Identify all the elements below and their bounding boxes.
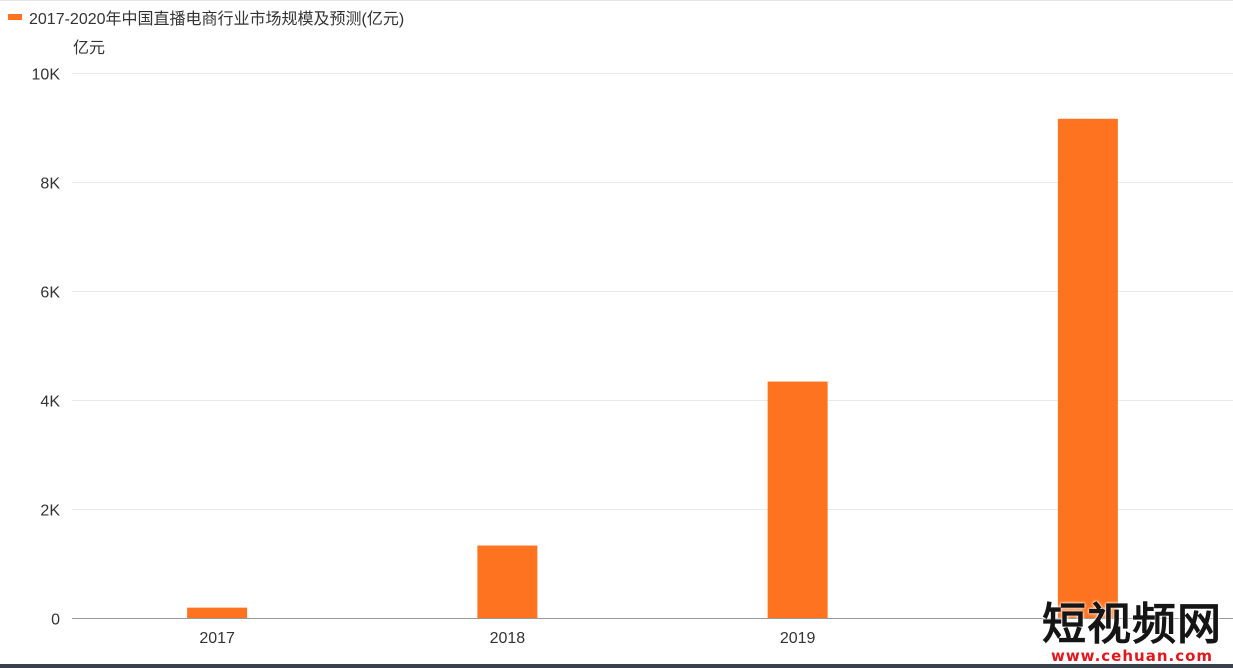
y-tick-label: 10K	[32, 67, 61, 84]
y-axis-unit-label: 亿元	[73, 38, 105, 57]
bar-2018[interactable]	[477, 545, 538, 618]
x-tick-label: 2018	[490, 630, 526, 647]
bar-2019[interactable]	[767, 381, 828, 618]
bar-chart: 0 2K 4K 6K 8K 10K 2017 2018 2019 亿元	[32, 38, 1233, 647]
bar-2017[interactable]	[187, 607, 248, 618]
axes: 0 2K 4K 6K 8K 10K 2017 2018 2019	[32, 67, 1233, 647]
watermark: 短视频网 www.cehuan.com	[1037, 599, 1227, 665]
watermark-url: www.cehuan.com	[1050, 647, 1214, 665]
y-tick-label: 6K	[40, 285, 60, 302]
bar-2020[interactable]	[1057, 118, 1118, 618]
bottom-bar	[0, 664, 1233, 668]
y-tick-label: 2K	[40, 503, 60, 520]
bars	[187, 118, 1118, 618]
x-tick-label: 2017	[199, 630, 235, 647]
y-tick-label: 8K	[40, 176, 60, 193]
watermark-logo-text: 短视频网	[1042, 599, 1222, 650]
y-tick-label: 0	[51, 612, 60, 629]
y-tick-label: 4K	[40, 394, 60, 411]
x-tick-label: 2019	[780, 630, 816, 647]
